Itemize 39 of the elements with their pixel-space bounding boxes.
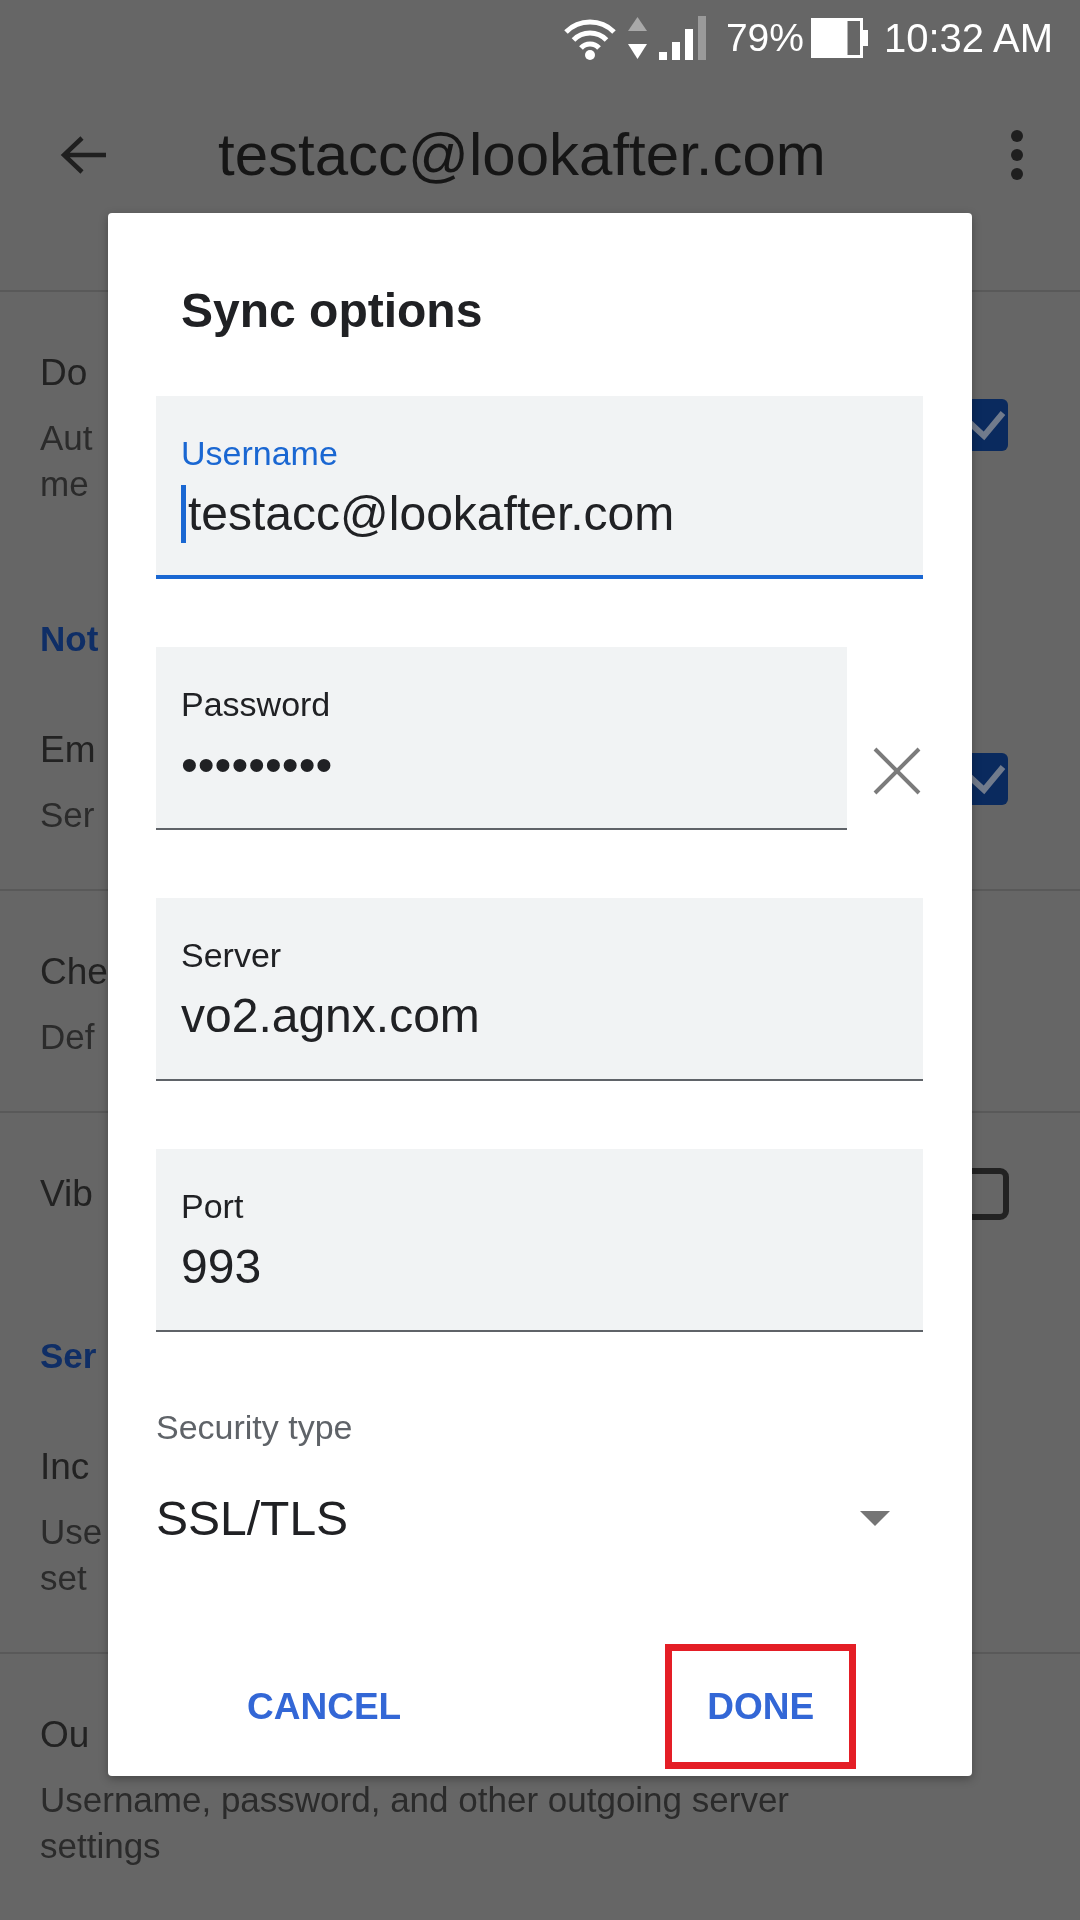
data-arrows-icon xyxy=(626,15,648,60)
security-type-dropdown[interactable]: SSL/TLS xyxy=(156,1488,923,1548)
dialog-title: Sync options xyxy=(181,283,483,339)
dialog-button[interactable]: DONE xyxy=(672,1651,850,1762)
back-icon[interactable] xyxy=(59,135,108,175)
app-bar-title: testacc@lookafter.com xyxy=(218,120,826,190)
close-icon xyxy=(871,745,923,797)
setting-title: Inc xyxy=(40,1445,90,1489)
setting-subtitle: Username, password, and other outgoing server settings xyxy=(40,1779,790,1867)
section-header: Not xyxy=(40,618,99,660)
text-field[interactable]: Username testacc@lookafter.com xyxy=(156,396,923,579)
text-field[interactable]: Port 993 xyxy=(156,1149,923,1332)
setting-subtitle: Use xyxy=(40,1511,103,1553)
setting-subtitle: Aut xyxy=(40,417,93,459)
section-header: Ser xyxy=(40,1335,97,1377)
setting-subtitle: set xyxy=(40,1557,87,1599)
text-field[interactable]: Password ••••••••• xyxy=(156,647,847,830)
battery-icon xyxy=(811,17,869,58)
setting-subtitle: me xyxy=(40,463,89,505)
caret-down-icon xyxy=(860,1510,890,1526)
security-type-label: Security type xyxy=(156,1407,353,1447)
signal-icon xyxy=(657,14,707,61)
setting-title: Vib xyxy=(40,1172,93,1216)
battery-percent: 79% xyxy=(725,14,804,61)
setting-title: Ou xyxy=(40,1713,90,1757)
text-cursor-icon xyxy=(181,485,186,543)
setting-title: Do xyxy=(40,351,88,395)
more-options-icon[interactable] xyxy=(1010,129,1024,181)
setting-subtitle: Ser xyxy=(40,794,95,836)
dialog-button[interactable]: CANCEL xyxy=(217,1651,432,1762)
text-field[interactable]: Server vo2.agnx.com xyxy=(156,898,923,1081)
checkbox[interactable] xyxy=(972,398,1010,452)
setting-subtitle: Def xyxy=(40,1016,95,1058)
checkbox[interactable] xyxy=(972,1167,1010,1221)
setting-title: Che xyxy=(40,950,108,994)
clock-time: 10:32 AM xyxy=(884,14,1053,61)
clear-button[interactable] xyxy=(871,745,923,797)
checkbox[interactable] xyxy=(972,752,1010,806)
setting-title: Em xyxy=(40,728,96,772)
